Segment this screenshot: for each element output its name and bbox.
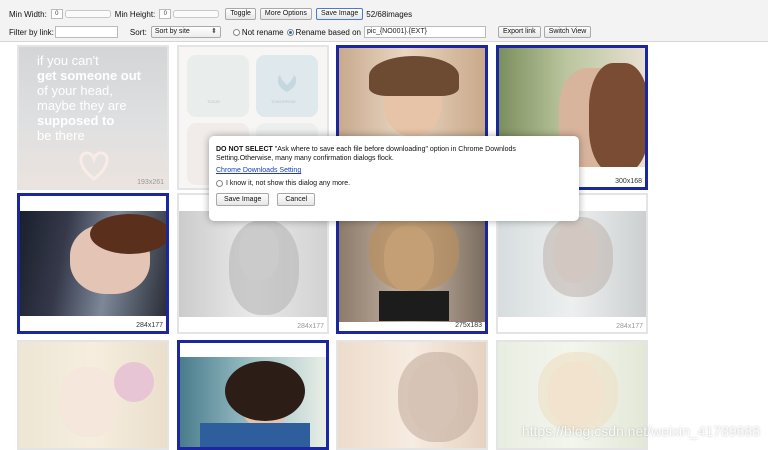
dont-show-again-label: I know it, not show this dialog any more… <box>226 180 350 187</box>
toolbar: Min Width: 0 Min Height: 0 Toggle More O… <box>0 0 768 42</box>
image-count: 52/68images <box>366 10 412 19</box>
image-dimensions: 275x183 <box>455 322 482 329</box>
quote-line: get someone out <box>37 68 157 83</box>
image-tile[interactable] <box>336 340 488 450</box>
rename-option[interactable]: Rename based on <box>287 28 361 37</box>
quote-line: maybe they are <box>37 98 157 113</box>
top-shape <box>200 423 310 450</box>
min-height-slider[interactable] <box>173 10 219 18</box>
image-padding <box>180 343 326 357</box>
card-tomorrow <box>256 55 318 117</box>
portrait-image <box>20 196 166 331</box>
card-today-label: TODAY <box>207 99 220 104</box>
hair-shape <box>543 217 613 297</box>
image-dimensions: 284x177 <box>297 323 324 330</box>
hair-shape <box>589 63 648 173</box>
portrait-image <box>19 342 167 448</box>
photo-area <box>179 211 327 317</box>
dialog-cancel-button[interactable]: Cancel <box>277 193 315 206</box>
quote-line: if you can't <box>37 53 157 68</box>
dialog-buttons: Save Image Cancel <box>216 193 572 206</box>
face-shape <box>59 367 119 437</box>
image-tile[interactable] <box>177 340 329 450</box>
filter-input[interactable] <box>55 26 118 38</box>
hair-shape <box>369 211 459 291</box>
dont-show-again-option[interactable]: I know it, not show this dialog any more… <box>216 180 572 187</box>
heart-hands-icon <box>74 147 114 183</box>
switch-view-button[interactable]: Switch View <box>544 26 592 38</box>
face-shape <box>548 362 603 427</box>
chevron-updown-icon: ⬍ <box>211 27 217 37</box>
hair-shape <box>225 361 305 421</box>
image-tile[interactable]: 284x177 <box>17 193 169 334</box>
toolbar-row-filter: Filter by link: Sort: Sort by site ⬍ Not… <box>9 25 591 39</box>
hair-shape <box>90 214 169 254</box>
quote-line: supposed to <box>37 113 157 128</box>
image-dimensions: 193x261 <box>137 179 164 186</box>
min-width-slider[interactable] <box>65 10 111 18</box>
not-rename-label: Not rename <box>242 28 284 37</box>
image-tile[interactable] <box>17 340 169 450</box>
download-warning-dialog: DO NOT SELECT "Ask where to save each fi… <box>209 136 579 221</box>
hair-shape <box>369 56 459 96</box>
image-dimensions: 284x177 <box>616 323 643 330</box>
watermark: https://blog.csdn.net/weixin_41789688 <box>522 423 760 439</box>
export-link-button[interactable]: Export link <box>498 26 541 38</box>
filter-label: Filter by link: <box>9 28 54 37</box>
rename-label: Rename based on <box>296 28 361 37</box>
image-dimensions: 300x168 <box>615 178 642 185</box>
portrait-image <box>338 342 486 448</box>
image-dimensions: 284x177 <box>136 322 163 329</box>
quote-text: if you can't get someone out of your hea… <box>37 53 157 143</box>
hair-shape <box>538 352 618 432</box>
dont-show-again-checkbox[interactable] <box>216 180 223 187</box>
quote-image: if you can't get someone out of your hea… <box>19 47 167 188</box>
rename-pattern-input[interactable]: pic_{NO001}.{EXT} <box>364 26 486 38</box>
dialog-warning: DO NOT SELECT "Ask where to save each fi… <box>216 145 572 163</box>
hair-shape <box>229 220 299 315</box>
not-rename-option[interactable]: Not rename <box>233 28 284 37</box>
face-shape <box>553 223 598 283</box>
min-width-label: Min Width: <box>9 10 47 19</box>
min-height-label: Min Height: <box>115 10 155 19</box>
min-width-value[interactable]: 0 <box>51 9 63 19</box>
card-tomorrow-label: TOMORROW <box>271 99 296 104</box>
flower-shape <box>114 362 154 402</box>
quote-line: be there <box>37 128 157 143</box>
top-shape <box>379 291 449 321</box>
sort-selected-value: Sort by site <box>155 28 190 35</box>
photo-area <box>498 211 646 317</box>
save-image-button[interactable]: Save Image <box>316 8 363 20</box>
toggle-button[interactable]: Toggle <box>225 8 256 20</box>
portrait-image <box>180 343 326 447</box>
min-height-value[interactable]: 0 <box>159 9 171 19</box>
toolbar-row-size: Min Width: 0 Min Height: 0 Toggle More O… <box>9 7 412 21</box>
more-options-button[interactable]: More Options <box>260 8 312 20</box>
image-tile[interactable]: if you can't get someone out of your hea… <box>17 45 169 190</box>
hair-shape <box>398 352 478 442</box>
dialog-save-image-button[interactable]: Save Image <box>216 193 269 206</box>
not-rename-radio[interactable] <box>233 29 240 36</box>
image-grid: if you can't get someone out of your hea… <box>0 42 768 449</box>
card-today <box>187 55 249 117</box>
rename-radio[interactable] <box>287 29 294 36</box>
dialog-warning-bold: DO NOT SELECT <box>216 146 273 153</box>
chrome-downloads-setting-link[interactable]: Chrome Downloads Setting <box>216 167 301 174</box>
lotus-icon <box>272 67 302 97</box>
face-shape <box>239 225 279 280</box>
sort-select[interactable]: Sort by site ⬍ <box>151 26 221 38</box>
sort-label: Sort: <box>130 28 147 37</box>
face-shape <box>408 362 458 432</box>
quote-line: of your head, <box>37 83 157 98</box>
